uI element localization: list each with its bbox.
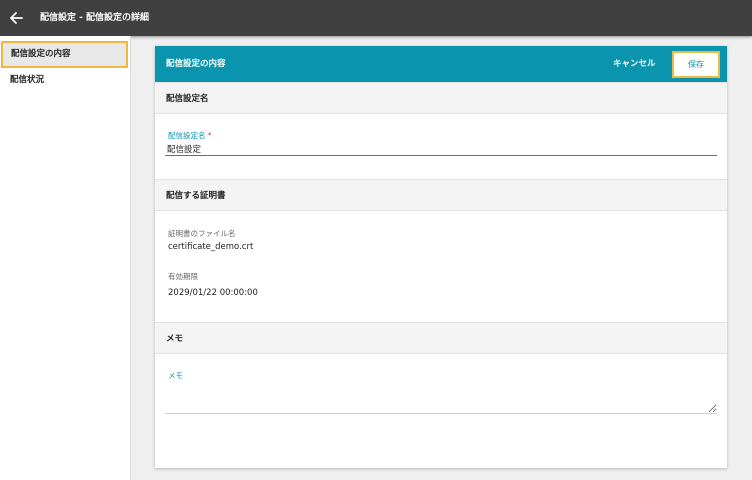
section-header-memo: メモ xyxy=(155,322,727,354)
card-title: 配信設定の内容 xyxy=(166,59,226,69)
memo-field-label: メモ xyxy=(168,371,183,380)
section-title: 配信する証明書 xyxy=(166,191,226,201)
page-title: 配信設定 - 配信設定の詳細 xyxy=(40,13,150,23)
expiry-label: 有効期限 xyxy=(168,272,198,281)
section-header-certificate: 配信する証明書 xyxy=(155,179,727,211)
name-field-label: 配信設定名 * xyxy=(168,131,212,140)
arrow-left-icon xyxy=(10,12,23,24)
section-header-name: 配信設定名 xyxy=(155,82,727,114)
save-button-label: 保存 xyxy=(688,60,704,69)
card-header: 配信設定の内容 キャンセル 保存 xyxy=(155,46,727,82)
back-button[interactable] xyxy=(6,8,26,28)
section-title: メモ xyxy=(166,334,184,344)
sidebar: 配信設定の内容 配信状況 xyxy=(0,36,131,480)
sidebar-item-delivery-status[interactable]: 配信状況 xyxy=(0,66,130,94)
save-button[interactable]: 保存 xyxy=(672,51,720,78)
certificate-file-label: 証明書のファイル名 xyxy=(168,229,236,238)
required-mark: * xyxy=(207,131,212,140)
memo-textarea[interactable] xyxy=(165,386,717,414)
cancel-button[interactable]: キャンセル xyxy=(613,57,656,71)
sidebar-item-settings-content[interactable]: 配信設定の内容 xyxy=(1,41,128,68)
settings-card: 配信設定の内容 キャンセル 保存 配信設定名 配信設定名 * 配信する証明書 証… xyxy=(155,46,727,468)
top-app-bar: 配信設定 - 配信設定の詳細 xyxy=(0,0,752,36)
setting-name-input[interactable] xyxy=(165,142,717,156)
certificate-file-value: certificate_demo.crt xyxy=(168,242,254,252)
section-title: 配信設定名 xyxy=(166,94,209,104)
expiry-value: 2029/01/22 00:00:00 xyxy=(168,288,258,298)
